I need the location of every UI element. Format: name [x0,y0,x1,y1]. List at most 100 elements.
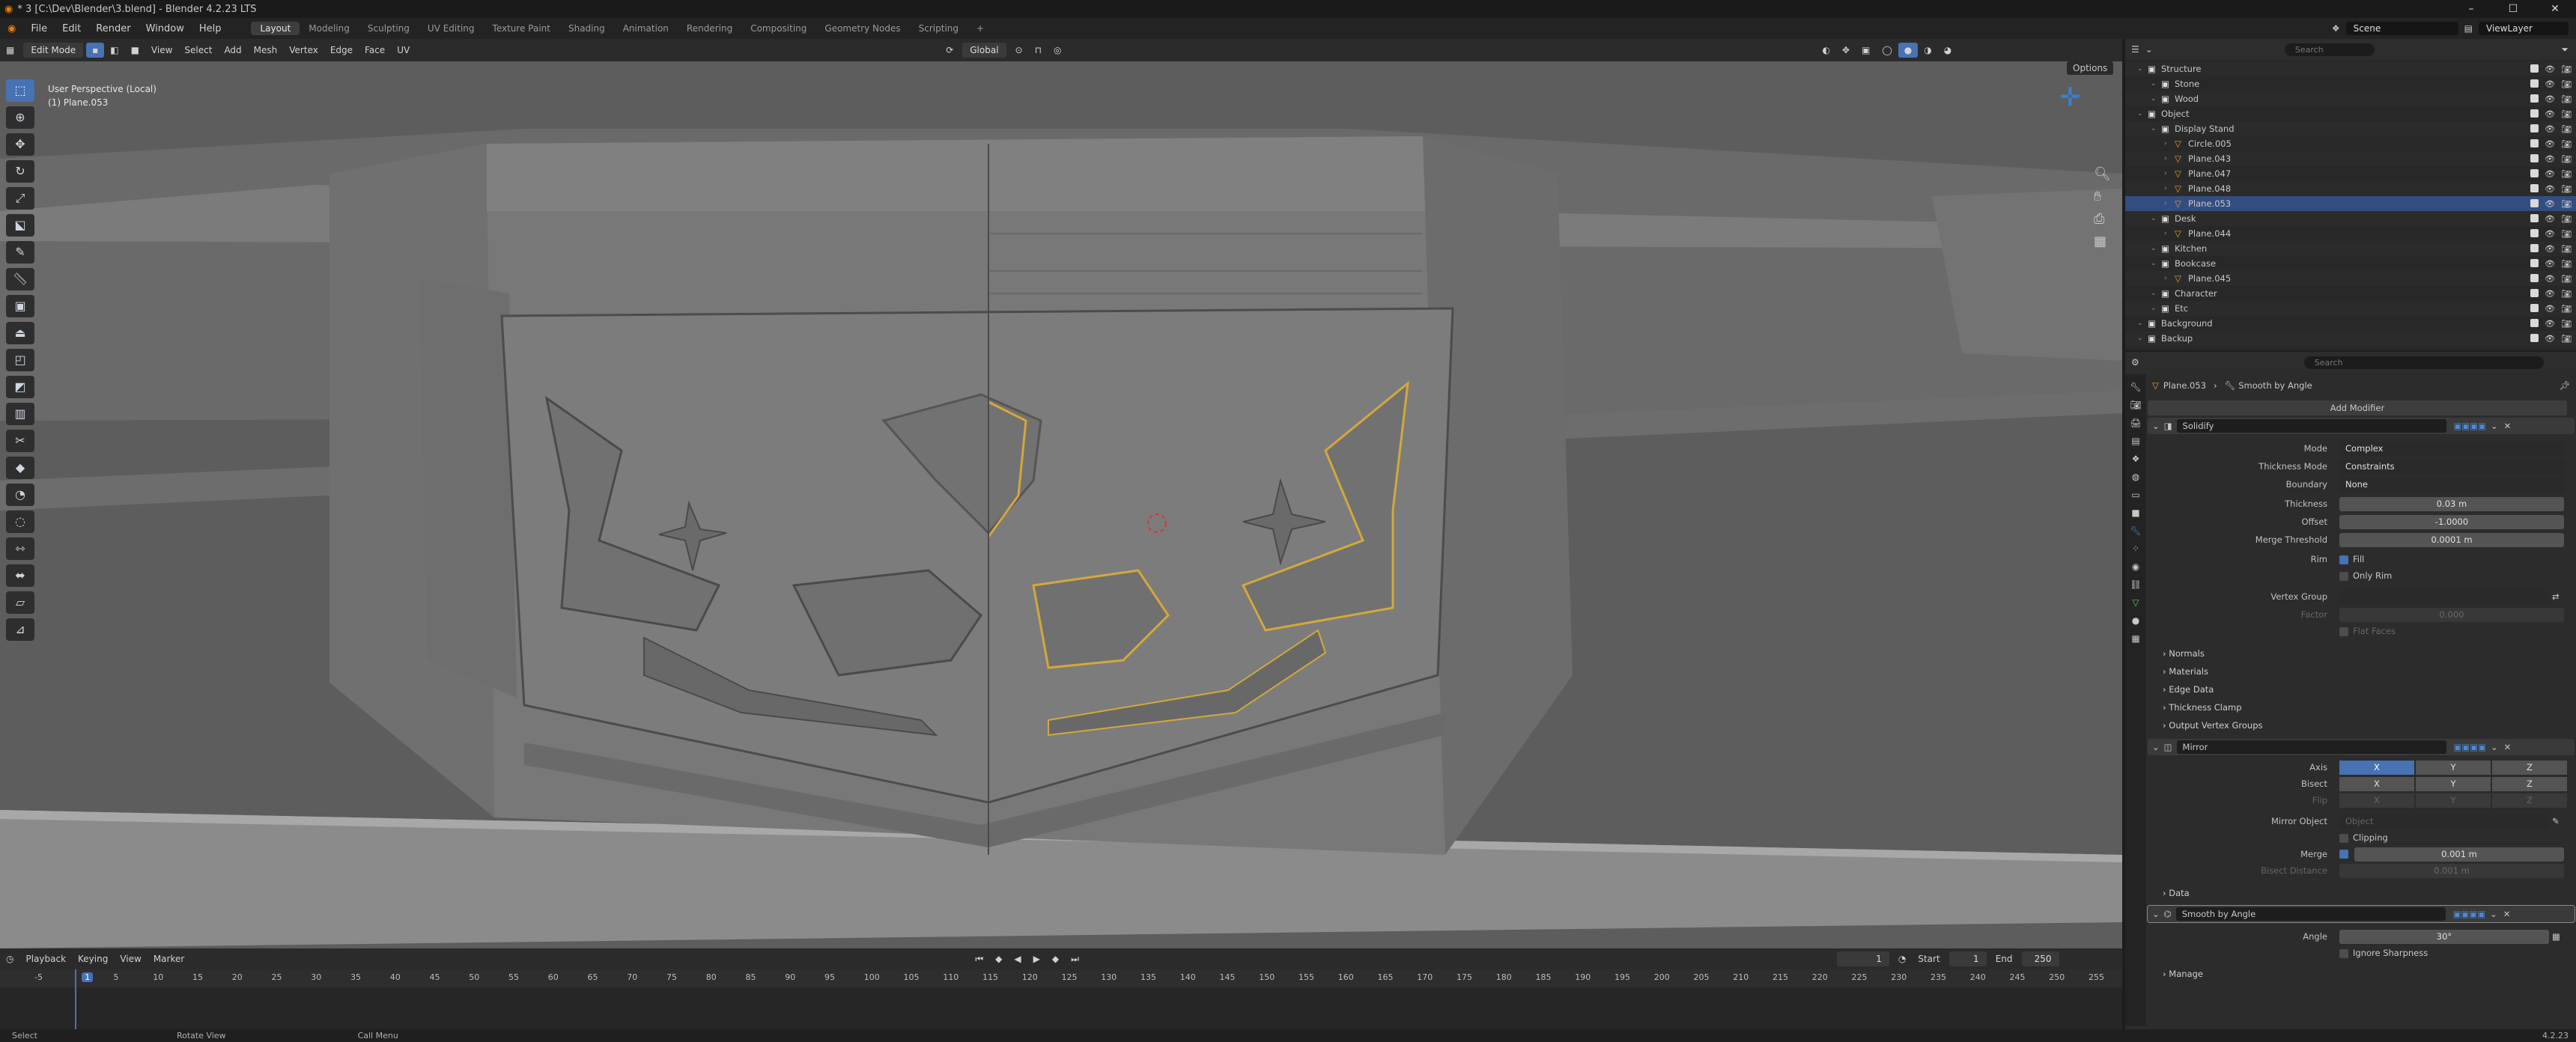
mode-dropdown[interactable]: Complex [2339,441,2564,456]
loop-cut-icon[interactable]: ▥ [6,403,34,425]
jump-end-icon[interactable]: ⏭ [1065,951,1085,967]
menu-render[interactable]: Render [88,23,138,34]
edge-data-section[interactable]: › Edge Data [2163,684,2214,695]
expand-icon[interactable]: ⌄ [2151,290,2157,297]
outliner-row[interactable]: › ▽ Plane.045 👁︎ 📷︎ [2125,271,2576,286]
smooth-modifier-header[interactable]: ⌄ ⌬ Smooth by Angle ▣▣▣▣ ⌄ ✕ [2147,905,2575,923]
viewlayer-field[interactable]: ViewLayer [2479,22,2569,35]
visibility-toggles[interactable]: 👁︎ 📷︎ [2530,79,2572,89]
eye-icon[interactable]: 👁︎ [2545,304,2555,314]
playhead[interactable] [75,969,76,1029]
constraints-tab-icon[interactable]: ⛓︎ [2130,579,2141,590]
tab-animation[interactable]: Animation [614,22,678,35]
menu-uv[interactable]: UV [391,43,416,58]
collapse-icon[interactable]: ⌄ [2152,421,2160,431]
timeline-editor-icon[interactable]: ◷ [0,951,19,966]
mirror-object-field[interactable]: Object [2339,814,2549,829]
visibility-toggles[interactable]: 👁︎ 📷︎ [2530,333,2572,344]
add-cube-icon[interactable]: ▣ [6,295,34,317]
exclude-checkbox[interactable] [2530,64,2539,73]
transform-icon[interactable]: ⬕ [6,214,34,237]
select-mode-edge-icon[interactable]: ◧ [104,43,124,58]
add-workspace-icon[interactable]: + [967,22,993,35]
outliner-row[interactable]: ⌄ ▣ Kitchen 👁︎ 📷︎ [2125,241,2576,256]
visibility-toggles[interactable]: 👁︎ 📷︎ [2530,168,2572,179]
axis-gizmo-icon[interactable]: ✛ [2059,82,2081,112]
angle-field[interactable]: 30° [2339,929,2549,944]
remove-modifier-icon[interactable]: ✕ [2504,742,2512,752]
dropdown-icon[interactable]: ⌄ [2490,909,2497,919]
outliner-row[interactable]: ⌄ ▣ Stone 👁︎ 📷︎ [2125,76,2576,91]
scene-tab-icon[interactable]: ❖ [2132,454,2140,464]
snap-icon[interactable]: ⊓ [1029,43,1048,58]
expand-icon[interactable]: ⌄ [2151,305,2157,312]
remove-modifier-icon[interactable]: ✕ [2503,909,2511,919]
axis-y-toggle[interactable]: Y [2416,760,2491,775]
outliner-editor-icon[interactable]: ☰ [2131,44,2139,55]
filter-icon[interactable]: ⏷ [2561,44,2569,55]
expand-icon[interactable]: ⌄ [2151,95,2157,103]
solid-shading-icon[interactable]: ● [1898,43,1919,58]
cursor-icon[interactable]: ⊕ [6,106,34,129]
eye-icon[interactable]: 👁︎ [2545,79,2555,89]
exclude-checkbox[interactable] [2530,303,2539,312]
mode-dropdown[interactable]: Edit Mode [23,43,84,58]
world-tab-icon[interactable]: ◍ [2132,472,2139,482]
collapse-icon[interactable]: ⌄ [2152,909,2160,919]
play-icon[interactable]: ▶ [1027,951,1046,966]
render-camera-icon[interactable]: 📷︎ [2561,79,2572,89]
visibility-toggles[interactable]: 👁︎ 📷︎ [2530,273,2572,284]
eye-icon[interactable]: 👁︎ [2545,124,2555,134]
prev-key-icon[interactable]: ◆ [989,951,1008,966]
eye-icon[interactable]: 👁︎ [2545,169,2555,179]
eye-icon[interactable]: 👁︎ [2545,274,2555,284]
knife-icon[interactable]: ✂ [6,430,34,452]
outliner-row[interactable]: ⌄ ▣ Bookcase 👁︎ 📷︎ [2125,256,2576,271]
render-camera-icon[interactable]: 📷︎ [2561,109,2572,119]
visibility-toggles[interactable]: 👁︎ 📷︎ [2530,303,2572,314]
bisect-z-toggle[interactable]: Z [2492,776,2567,791]
eyedropper-icon[interactable]: ✎ [2552,816,2560,826]
menu-file[interactable]: File [23,23,55,34]
view-layer-tab-icon[interactable]: ▤ [2131,436,2139,446]
render-camera-icon[interactable]: 📷︎ [2561,229,2572,239]
visibility-toggles[interactable]: 👁︎ 📷︎ [2530,318,2572,329]
visibility-toggles[interactable]: 👁︎ 📷︎ [2530,228,2572,239]
tool-tab-icon[interactable]: 🔧︎ [2130,382,2141,392]
outliner-row[interactable]: › ▽ Plane.048 👁︎ 📷︎ [2125,181,2576,196]
outliner-row[interactable]: ⌄ ▣ Desk 👁︎ 📷︎ [2125,211,2576,226]
spin-icon[interactable]: ◔ [6,484,34,506]
menu-add[interactable]: Add [218,43,247,58]
measure-icon[interactable]: 📏︎ [6,268,34,290]
output-vertex-groups-section[interactable]: › Output Vertex Groups [2163,720,2263,731]
merge-distance-field[interactable]: 0.001 m [2354,847,2564,862]
shrink-fatten-icon[interactable]: ⬌ [6,564,34,587]
outliner-row[interactable]: ⌄ ▣ Background 👁︎ 📷︎ [2125,316,2576,331]
3d-viewport[interactable]: User Perspective (Local) (1) Plane.053 ✛… [0,61,2122,948]
eye-icon[interactable]: 👁︎ [2545,289,2555,299]
thickness-field[interactable]: 0.03 m [2339,496,2564,511]
extrude-icon[interactable]: ⏏ [6,322,34,344]
select-mode-vertex-icon[interactable]: ▪ [86,43,105,58]
outliner-row[interactable]: ⌄ ▣ Character 👁︎ 📷︎ [2125,286,2576,301]
object-tab-icon[interactable]: ■ [2131,508,2139,518]
camera-view-icon[interactable]: ⎙ [2094,211,2104,227]
exclude-checkbox[interactable] [2530,318,2539,327]
outliner-row[interactable]: › ▽ Plane.053 👁︎ 📷︎ [2125,196,2576,211]
overlay-icon[interactable]: ◐ [1816,43,1835,58]
solidify-modifier-header[interactable]: ⌄ ◨ Solidify ▣▣▣▣ ⌄ ✕ [2148,418,2575,434]
tab-rendering[interactable]: Rendering [678,22,741,35]
rip-icon[interactable]: ⊿ [6,618,34,641]
bisect-distance-field[interactable]: 0.001 m [2339,863,2564,878]
expand-icon[interactable]: › [2164,200,2167,207]
expand-icon[interactable]: ⌄ [2151,245,2157,252]
fill-checkbox[interactable]: Fill [2339,554,2364,564]
visibility-toggles[interactable]: 👁︎ 📷︎ [2530,183,2572,194]
menu-edit[interactable]: Edit [55,23,88,34]
render-camera-icon[interactable]: 📷︎ [2561,244,2572,254]
render-camera-icon[interactable]: 📷︎ [2561,319,2572,329]
mirror-name-field[interactable]: Mirror [2176,740,2446,754]
menu-face[interactable]: Face [359,43,391,58]
exclude-checkbox[interactable] [2530,213,2539,222]
render-camera-icon[interactable]: 📷︎ [2561,334,2572,344]
